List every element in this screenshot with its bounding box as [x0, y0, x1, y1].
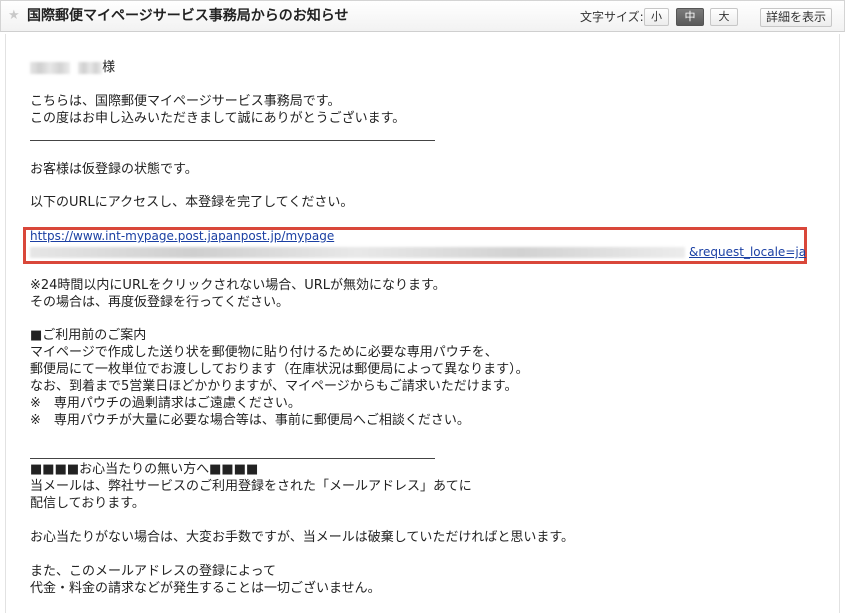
notice-line: なお、到着まで5営業日ほどかかりますが、マイページからもご請求いただけます。: [30, 379, 518, 394]
notice-line: 郵便局にて一枚単位でお渡ししております（在庫状況は郵便局によって異なります）。: [30, 362, 529, 377]
closing-line: 代金・料金の請求などが発生することは一切ございません。: [30, 581, 381, 596]
redacted-name: [78, 61, 103, 74]
font-size-label: 文字サイズ:: [580, 10, 644, 24]
font-size-small-button[interactable]: 小: [644, 8, 669, 26]
font-size-medium-button[interactable]: 中: [676, 8, 704, 26]
divider: [30, 140, 435, 141]
registration-link[interactable]: https://www.int-mypage.post.japanpost.jp…: [30, 229, 334, 244]
salutation-suffix: 様: [102, 60, 116, 75]
status-text: お客様は仮登録の状態です。: [30, 162, 198, 177]
email-subject: 国際郵便マイページサービス事務局からのお知らせ: [27, 8, 349, 24]
notice-line: ※ 専用パウチが大量に必要な場合等は、事前に郵便局へご相談ください。: [30, 413, 470, 428]
divider: [30, 458, 435, 459]
unrelated-line: 当メールは、弊社サービスのご利用登録をされた「メールアドレス」あてに: [30, 479, 472, 494]
intro-line: この度はお申し込みいただきまして誠にありがとうございます。: [30, 111, 406, 126]
redacted-name: [30, 61, 70, 74]
notice-line: ※ 専用パウチの過剰請求はご遠慮ください。: [30, 396, 301, 411]
show-details-button[interactable]: 詳細を表示: [760, 8, 832, 27]
star-icon[interactable]: ★: [8, 8, 20, 24]
notice-line: マイページで作成した送り状を郵便物に貼り付けるために必要な専用パウチを、: [30, 345, 498, 360]
unrelated-line: 配信しております。: [30, 496, 145, 511]
instruction-text: 以下のURLにアクセスし、本登録を完了してください。: [30, 195, 354, 210]
expiry-line: ※24時間以内にURLをクリックされない場合、URLが無効になります。: [30, 278, 446, 293]
salutation: 様: [30, 60, 115, 76]
notice-heading: ■ご利用前のご案内: [30, 328, 147, 343]
intro-line: こちらは、国際郵便マイページサービス事務局です。: [30, 94, 341, 109]
registration-link-suffix[interactable]: &request_locale=ja: [689, 245, 806, 260]
redacted-url-token: [30, 247, 685, 258]
unrelated-heading: ■■■■お心当たりの無い方へ■■■■: [30, 462, 259, 477]
font-size-large-button[interactable]: 大: [710, 8, 738, 26]
email-header: ★ 国際郵便マイページサービス事務局からのお知らせ 文字サイズ: 小 中 大 詳…: [0, 0, 845, 32]
closing-line: また、このメールアドレスの登録によって: [30, 564, 276, 579]
apology-text: お心当たりがない場合は、大変お手数ですが、当メールは破棄していただければと思いま…: [30, 530, 575, 545]
expiry-line: その場合は、再度仮登録を行ってください。: [30, 295, 289, 310]
